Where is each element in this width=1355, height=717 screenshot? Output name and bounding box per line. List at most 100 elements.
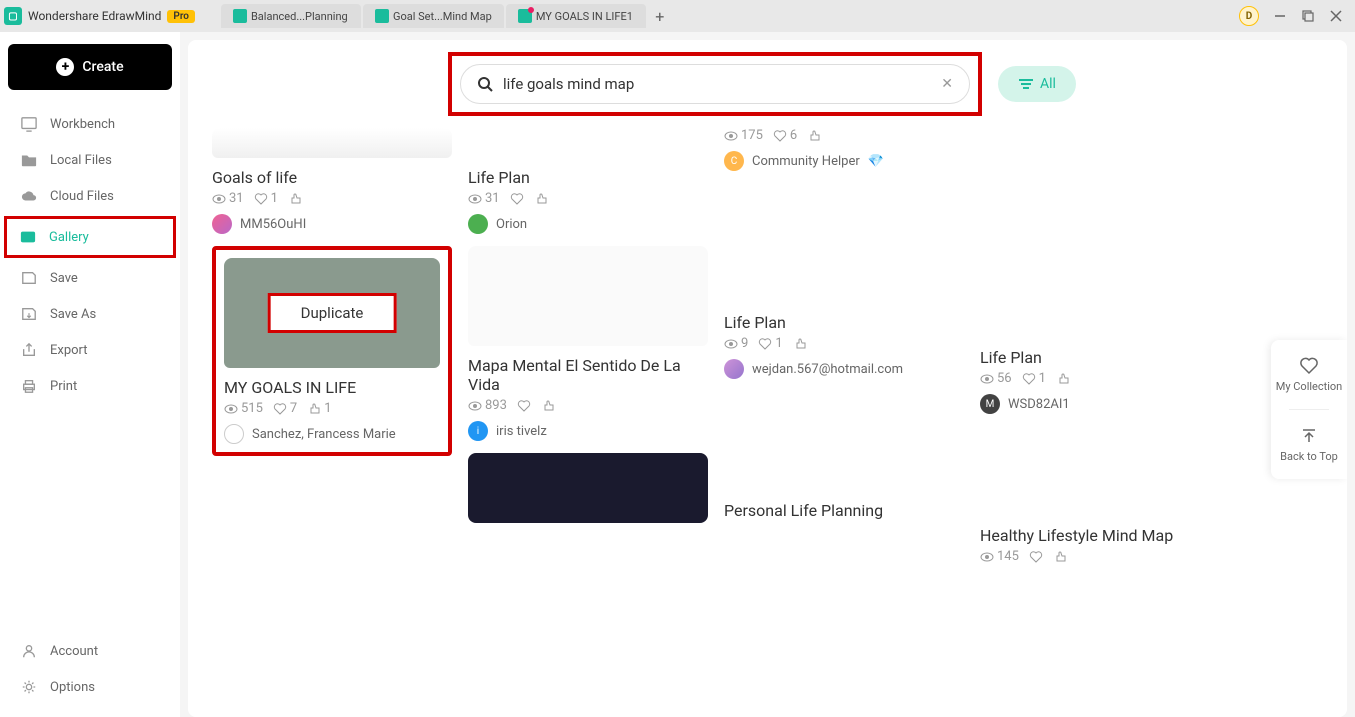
card-title: Life Plan xyxy=(468,168,708,187)
thumbsup-icon xyxy=(793,337,807,351)
create-button[interactable]: + Create xyxy=(8,44,172,90)
card-thumbnail xyxy=(468,246,708,346)
card-life-plan-1[interactable]: Life Plan 31 Orion xyxy=(468,128,708,234)
likes-stat: 1 xyxy=(254,191,278,206)
user-avatar[interactable]: D xyxy=(1239,6,1259,26)
maximize-icon[interactable] xyxy=(1301,9,1315,23)
print-icon xyxy=(20,378,38,394)
duplicate-button[interactable]: Duplicate xyxy=(268,293,397,333)
card-thumbnail xyxy=(980,426,1220,516)
eye-icon xyxy=(724,337,738,351)
card-title: Life Plan xyxy=(980,348,1220,367)
card-stats: 515 7 1 xyxy=(224,401,440,416)
card-life-plan-3[interactable]: Life Plan 56 1 M WSD82AI1 xyxy=(980,168,1220,414)
sidebar-item-cloudfiles[interactable]: Cloud Files xyxy=(8,178,172,214)
plus-icon: + xyxy=(56,58,74,76)
sidebar-item-account[interactable]: Account xyxy=(8,633,172,669)
float-panel: My Collection Back to Top xyxy=(1271,340,1347,479)
sidebar-item-save[interactable]: Save xyxy=(8,260,172,296)
card-author: wejdan.567@hotmail.com xyxy=(724,359,964,379)
sidebar-item-options[interactable]: Options xyxy=(8,669,172,705)
sidebar: + Create Workbench Local Files Cloud Fil… xyxy=(0,32,180,717)
card-author: Sanchez, Francess Marie xyxy=(224,424,440,444)
sidebar-item-print[interactable]: Print xyxy=(8,368,172,404)
back-to-top-button[interactable]: Back to Top xyxy=(1280,426,1338,463)
card-title: Life Plan xyxy=(724,313,964,332)
heart-icon xyxy=(758,337,772,351)
card-stats: 56 1 xyxy=(980,371,1220,386)
eye-icon xyxy=(724,129,738,143)
card-author: MM56OuHI xyxy=(212,214,452,234)
tab-add[interactable]: + xyxy=(648,4,672,28)
tab-balanced[interactable]: Balanced...Planning xyxy=(221,4,361,28)
sidebar-item-saveas[interactable]: Save As xyxy=(8,296,172,332)
card-my-goals[interactable]: Duplicate MY GOALS IN LIFE 515 7 1 Sanch… xyxy=(224,258,440,444)
divider xyxy=(1289,409,1329,410)
heart-icon xyxy=(273,402,287,416)
tab-goalset[interactable]: Goal Set...Mind Map xyxy=(363,4,504,28)
card-stats: 893 xyxy=(468,398,708,413)
card-thumbnail xyxy=(212,468,452,538)
card-healthy[interactable]: Healthy Lifestyle Mind Map 145 xyxy=(980,426,1220,572)
card-title: Personal Life Planning xyxy=(724,501,964,520)
card-partial-1[interactable] xyxy=(212,468,452,538)
card-goals-of-life[interactable]: Goals of life 31 1 MM56OuHI xyxy=(212,128,452,234)
avatar xyxy=(468,214,488,234)
card-personal[interactable]: Personal Life Planning xyxy=(724,391,964,524)
content: ✕ All Goals of life 31 1 xyxy=(188,40,1347,717)
avatar xyxy=(724,359,744,379)
heart-icon xyxy=(1299,356,1319,376)
titlebar: ▢ Wondershare EdrawMind Pro Balanced...P… xyxy=(0,0,1355,32)
minimize-icon[interactable] xyxy=(1273,9,1287,23)
heart-icon xyxy=(773,129,787,143)
card-life-plan-2[interactable]: Life Plan 9 1 wejdan.567@hotmail.com xyxy=(724,183,964,379)
close-icon[interactable] xyxy=(1329,9,1343,23)
account-icon xyxy=(20,643,38,659)
card-author: M WSD82AI1 xyxy=(980,394,1220,414)
views-stat: 31 xyxy=(212,191,244,206)
thumbsup-icon xyxy=(534,192,548,206)
filter-icon xyxy=(1018,77,1034,91)
card-stats: 31 1 xyxy=(212,191,452,206)
filter-all-button[interactable]: All xyxy=(998,66,1076,102)
export-icon xyxy=(20,342,38,358)
search-icon xyxy=(477,76,493,92)
card-thumbnail xyxy=(724,183,964,303)
app-icon: ▢ xyxy=(4,7,22,25)
card-stats: 9 1 xyxy=(724,336,964,351)
eye-icon xyxy=(212,192,226,206)
eye-icon xyxy=(468,192,482,206)
card-partial-2[interactable] xyxy=(468,453,708,523)
avatar: M xyxy=(980,394,1000,414)
sidebar-item-gallery[interactable]: Gallery xyxy=(7,219,173,255)
search-input[interactable] xyxy=(503,75,931,93)
search-box[interactable]: ✕ xyxy=(460,64,970,104)
card-community[interactable]: 175 6 C Community Helper 💎 xyxy=(724,128,964,171)
thumbsup-icon xyxy=(807,129,821,143)
heart-icon xyxy=(254,192,268,206)
thumbsup-icon xyxy=(288,192,302,206)
sidebar-item-localfiles[interactable]: Local Files xyxy=(8,142,172,178)
card-thumbnail xyxy=(468,453,708,523)
thumbsup-icon xyxy=(541,399,555,413)
card-title: Healthy Lifestyle Mind Map xyxy=(980,526,1220,545)
search-clear[interactable]: ✕ xyxy=(941,76,953,92)
my-collection-button[interactable]: My Collection xyxy=(1276,356,1343,393)
cloud-icon xyxy=(20,188,38,204)
heart-icon xyxy=(1029,550,1043,564)
tabs: Balanced...Planning Goal Set...Mind Map … xyxy=(221,4,672,28)
tab-mygoals[interactable]: MY GOALS IN LIFE1 xyxy=(506,4,646,28)
card-stats: 175 6 xyxy=(724,128,964,143)
diamond-icon: 💎 xyxy=(868,154,884,169)
avatar: C xyxy=(724,151,744,171)
eye-icon xyxy=(980,550,994,564)
sidebar-item-export[interactable]: Export xyxy=(8,332,172,368)
thumbsup-icon xyxy=(307,402,321,416)
card-stats: 31 xyxy=(468,191,708,206)
sidebar-item-workbench[interactable]: Workbench xyxy=(8,106,172,142)
card-stats: 145 xyxy=(980,549,1220,564)
card-title: MY GOALS IN LIFE xyxy=(224,378,440,397)
card-mapa[interactable]: Mapa Mental El Sentido De La Vida 893 i … xyxy=(468,246,708,441)
app-title: Wondershare EdrawMind xyxy=(28,9,161,23)
eye-icon xyxy=(468,399,482,413)
